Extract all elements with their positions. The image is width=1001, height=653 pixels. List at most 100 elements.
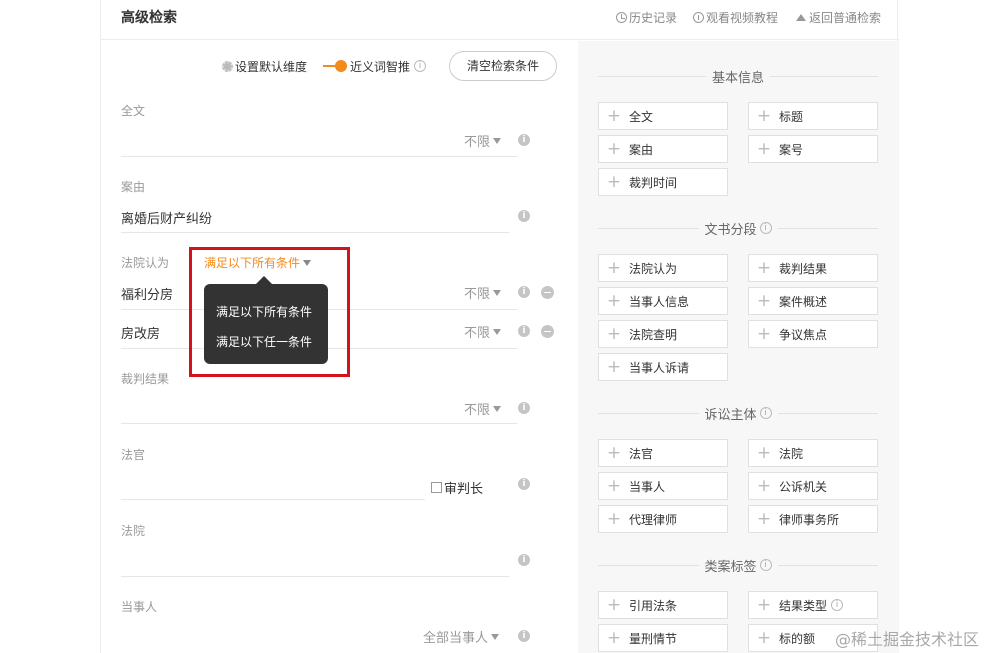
info-icon: i xyxy=(759,222,772,234)
info-icon[interactable]: i xyxy=(518,286,530,298)
tag-label: 争议焦点 xyxy=(779,327,828,342)
plus-icon: + xyxy=(606,357,622,377)
highlight-box xyxy=(189,247,350,377)
watermark: @稀土掘金技术社区 xyxy=(835,630,980,649)
checkbox-label: 审判长 xyxy=(444,482,484,497)
info-icon: i xyxy=(414,60,427,72)
add-field-sentencing-factors[interactable]: + 量刑情节 xyxy=(598,624,728,652)
add-field-judgment-time[interactable]: + 裁判时间 xyxy=(598,168,728,196)
plus-icon: + xyxy=(606,595,622,615)
tag-label: 裁判结果 xyxy=(779,261,828,276)
info-icon[interactable]: i xyxy=(518,630,530,642)
court-opinion-label: 法院认为 xyxy=(121,256,170,270)
party-label: 当事人 xyxy=(121,600,158,614)
add-field-cause[interactable]: + 案由 xyxy=(598,135,728,163)
cause-label: 案由 xyxy=(121,180,146,194)
add-field-attorney[interactable]: + 代理律师 xyxy=(598,505,728,533)
presiding-judge-checkbox[interactable]: 审判长 xyxy=(431,478,483,497)
advanced-search-panel: 高级检索 历史记录 观看视频教程 返回普通检索 设置默认维度 近义词智推 i 清… xyxy=(100,0,899,653)
tutorial-label: 观看视频教程 xyxy=(706,11,779,25)
add-field-judge[interactable]: + 法官 xyxy=(598,439,728,467)
info-icon[interactable]: i xyxy=(518,134,530,146)
add-field-case-number[interactable]: + 案号 xyxy=(748,135,878,163)
court-opinion-scope-dropdown-1[interactable]: 不限 xyxy=(464,283,502,302)
court-opinion-input-2[interactable]: 房改房 xyxy=(121,323,160,342)
tag-label: 法官 xyxy=(629,446,654,461)
court-opinion-input-1[interactable]: 福利分房 xyxy=(121,284,173,303)
add-field-party[interactable]: + 当事人 xyxy=(598,472,728,500)
info-icon xyxy=(693,12,704,23)
judgment-scope-dropdown[interactable]: 不限 xyxy=(464,399,502,418)
dropdown-value: 不限 xyxy=(464,135,491,150)
info-icon[interactable]: i xyxy=(518,554,530,566)
plus-icon: + xyxy=(756,443,772,463)
tag-label: 结果类型 xyxy=(779,598,828,613)
plus-icon: + xyxy=(756,628,772,648)
toggle-switch-icon xyxy=(323,60,347,72)
history-link[interactable]: 历史记录 xyxy=(616,9,677,26)
plus-icon: + xyxy=(756,106,772,126)
video-tutorial-link[interactable]: 观看视频教程 xyxy=(693,9,778,26)
tag-label: 标的额 xyxy=(779,631,816,646)
cause-underline xyxy=(121,232,509,233)
tag-label: 法院查明 xyxy=(629,327,678,342)
add-field-fulltext[interactable]: + 全文 xyxy=(598,102,728,130)
fulltext-scope-dropdown[interactable]: 不限 xyxy=(464,131,502,150)
add-field-court[interactable]: + 法院 xyxy=(748,439,878,467)
section-title: 诉讼主体 xyxy=(704,407,757,423)
cause-input[interactable]: 离婚后财产纠纷 xyxy=(121,208,212,227)
add-field-title[interactable]: + 标题 xyxy=(748,102,878,130)
plus-icon: + xyxy=(606,628,622,648)
section-similar-case-tags: 类案标签 i xyxy=(598,557,879,575)
info-icon: i xyxy=(759,407,772,419)
add-field-court-opinion[interactable]: + 法院认为 xyxy=(598,254,728,282)
remove-row-button[interactable] xyxy=(541,286,554,299)
add-field-court-findings[interactable]: + 法院查明 xyxy=(598,320,728,348)
caret-down-icon xyxy=(493,289,502,296)
tag-label: 案号 xyxy=(779,142,804,157)
judgment-input[interactable] xyxy=(121,423,517,424)
remove-row-button[interactable] xyxy=(541,325,554,338)
synonym-label: 近义词智推 xyxy=(350,59,411,74)
add-field-judgment-result[interactable]: + 裁判结果 xyxy=(748,254,878,282)
court-label: 法院 xyxy=(121,524,146,538)
tag-label: 法院认为 xyxy=(629,261,678,276)
plus-icon: + xyxy=(606,443,622,463)
add-field-dispute-focus[interactable]: + 争议焦点 xyxy=(748,320,878,348)
add-field-cited-statutes[interactable]: + 引用法条 xyxy=(598,591,728,619)
info-icon: i xyxy=(759,559,772,571)
judge-input[interactable] xyxy=(121,499,425,500)
section-basic-info: 基本信息 xyxy=(598,68,879,86)
court-input[interactable] xyxy=(121,576,509,577)
add-field-law-firm[interactable]: + 律师事务所 xyxy=(748,505,878,533)
info-icon[interactable]: i xyxy=(518,402,530,414)
tag-label: 量刑情节 xyxy=(629,631,678,646)
plus-icon: + xyxy=(606,106,622,126)
caret-down-icon xyxy=(493,328,502,335)
section-document-segments: 文书分段 i xyxy=(598,220,879,238)
add-field-party-claims[interactable]: + 当事人诉请 xyxy=(598,353,728,381)
plus-icon: + xyxy=(756,324,772,344)
info-icon[interactable]: i xyxy=(518,325,530,337)
add-field-prosecutor[interactable]: + 公诉机关 xyxy=(748,472,878,500)
gear-icon xyxy=(222,60,233,72)
dropdown-value: 全部当事人 xyxy=(423,631,489,646)
add-field-party-info[interactable]: + 当事人信息 xyxy=(598,287,728,315)
plus-icon: + xyxy=(606,258,622,278)
court-opinion-scope-dropdown-2[interactable]: 不限 xyxy=(464,322,502,341)
plus-icon: + xyxy=(606,291,622,311)
clear-conditions-button[interactable]: 清空检索条件 xyxy=(449,51,557,81)
add-field-case-summary[interactable]: + 案件概述 xyxy=(748,287,878,315)
tag-label: 当事人诉请 xyxy=(629,360,690,375)
add-field-result-type[interactable]: + 结果类型 i xyxy=(748,591,878,619)
tag-label: 案件概述 xyxy=(779,294,828,309)
party-type-dropdown[interactable]: 全部当事人 xyxy=(423,627,500,646)
fulltext-input[interactable] xyxy=(121,156,517,157)
plus-icon: + xyxy=(606,139,622,159)
synonym-toggle[interactable]: 近义词智推 i xyxy=(323,56,427,76)
plus-icon: + xyxy=(756,476,772,496)
back-to-simple-search-link[interactable]: 返回普通检索 xyxy=(796,9,881,26)
info-icon[interactable]: i xyxy=(518,210,530,222)
info-icon[interactable]: i xyxy=(518,478,530,490)
set-default-dimension-button[interactable]: 设置默认维度 xyxy=(222,56,307,76)
